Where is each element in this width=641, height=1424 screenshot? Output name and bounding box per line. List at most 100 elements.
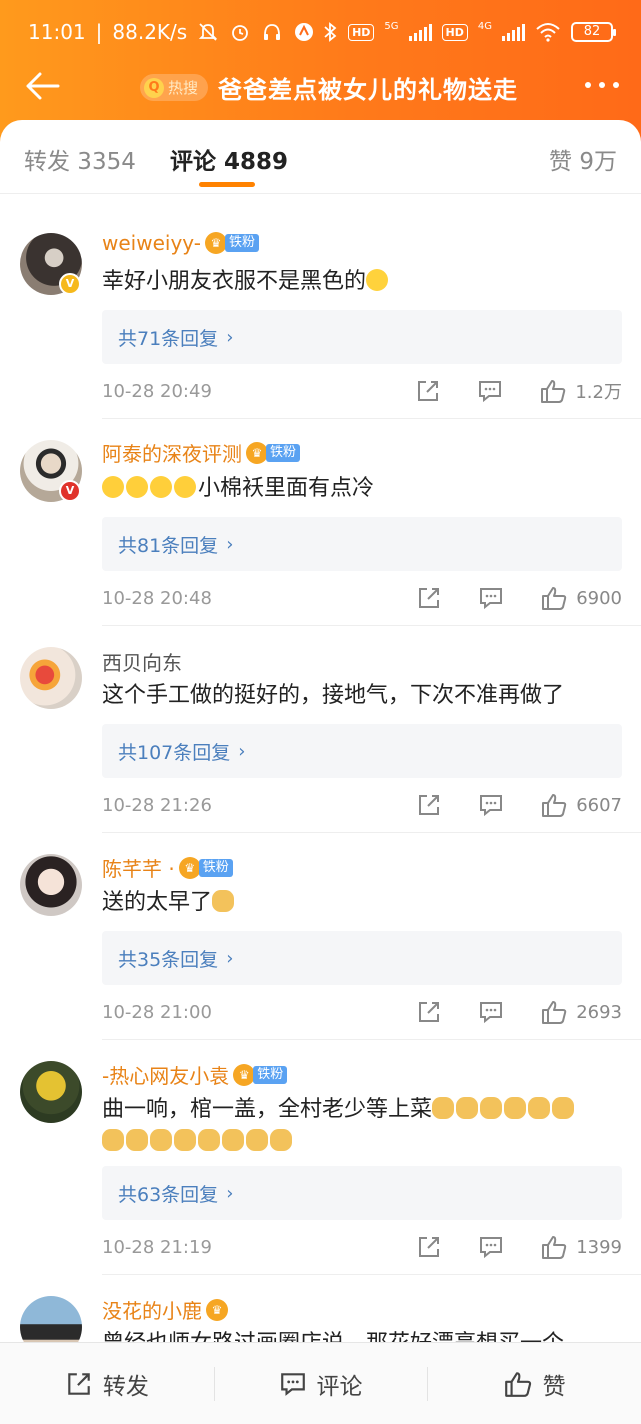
tab-likes[interactable]: 赞 9万 (549, 142, 617, 176)
laugh-cry-emoji-icon (102, 476, 124, 498)
doge-emoji-icon (246, 1129, 268, 1151)
like-count: 6900 (576, 587, 622, 609)
avatar[interactable] (20, 647, 82, 709)
comment-time: 10-28 20:48 (102, 587, 212, 609)
thumb-up-icon (542, 1236, 567, 1259)
comment-icon (280, 1372, 305, 1396)
hot-search-badge[interactable]: Q 热搜 (140, 74, 209, 101)
doge-emoji-icon (222, 1129, 244, 1151)
avatar[interactable] (20, 854, 82, 916)
fan-badge: ♛ 铁粉 (246, 441, 301, 464)
laugh-cry-emoji-icon (150, 476, 172, 498)
comment-text: 曾经也师女路过画圈店说，那花好漂亮想买一个 (102, 1328, 622, 1342)
network-speed: 88.2K/s (112, 20, 188, 44)
share-icon (68, 1372, 90, 1395)
share-icon[interactable] (415, 378, 441, 404)
repost-button[interactable]: 转发 (0, 1343, 214, 1424)
comment-text: 送的太早了 (102, 887, 622, 919)
share-icon[interactable] (416, 1234, 442, 1260)
like-button[interactable]: 6900 (540, 585, 622, 611)
divider (102, 625, 641, 626)
tab-repost[interactable]: 转发 3354 (24, 142, 136, 176)
like-button[interactable]: 6607 (540, 792, 622, 818)
tab-bar: 转发 3354 评论 4889 赞 9万 (0, 120, 641, 194)
status-time: 11:01 (28, 20, 86, 44)
like-post-button[interactable]: 赞 (427, 1343, 641, 1424)
doge-emoji-icon (102, 1129, 124, 1151)
comment-username[interactable]: 没花的小鹿 ♛ (102, 1295, 228, 1324)
divider (102, 418, 641, 419)
app-notify-icon (295, 23, 314, 41)
comment-label: 评论 (316, 1373, 363, 1400)
doge-emoji-icon (528, 1097, 551, 1119)
comment-meta: 10-28 20:49 1.2万 (102, 376, 622, 406)
comment-text: 幸好小朋友衣服不是黑色的 (102, 266, 622, 298)
like-count: 1399 (576, 1236, 622, 1258)
repost-label: 转发 (102, 1373, 149, 1400)
comment-username[interactable]: 阿泰的深夜评测 ♛ 铁粉 (102, 438, 301, 467)
fan-badge: ♛ 铁粉 (178, 856, 233, 879)
replies-link[interactable]: 共35条回复 › (102, 931, 622, 985)
chevron-right-icon: › (226, 947, 234, 969)
replies-link[interactable]: 共81条回复 › (102, 517, 622, 571)
reply-icon[interactable] (478, 585, 504, 611)
share-icon[interactable] (416, 585, 442, 611)
share-icon[interactable] (416, 999, 442, 1025)
comment-username[interactable]: 陈芊芊 · ♛ 铁粉 (102, 853, 233, 882)
thumb-up-icon (542, 794, 567, 817)
share-icon[interactable] (416, 792, 442, 818)
bottom-action-bar: 转发 评论 赞 (0, 1342, 641, 1424)
doge-emoji-icon (456, 1097, 479, 1119)
like-count: 1.2万 (575, 382, 622, 403)
status-bar: 11:01 | 88.2K/s HD 5G HD 4G 82 (0, 0, 641, 64)
avatar[interactable] (20, 1061, 82, 1123)
comment-text: 小棉袄里面有点冷 (102, 473, 622, 505)
comment-username[interactable]: -热心网友小袁 ♛ 铁粉 (102, 1060, 288, 1089)
replies-link[interactable]: 共71条回复 › (102, 310, 622, 364)
comment-time: 10-28 21:26 (102, 794, 212, 816)
thumb-up-icon (541, 380, 566, 403)
replies-link[interactable]: 共63条回复 › (102, 1166, 622, 1220)
doge-emoji-icon (212, 890, 235, 912)
comment-meta: 10-28 21:26 6607 (102, 790, 622, 820)
reply-icon[interactable] (478, 999, 504, 1025)
doge-emoji-icon (480, 1097, 503, 1119)
more-options-icon[interactable] (585, 82, 619, 88)
replies-link[interactable]: 共107条回复 › (102, 724, 622, 778)
comment-meta: 10-28 21:19 1399 (102, 1232, 622, 1262)
like-button[interactable]: 1399 (540, 1234, 622, 1260)
like-button[interactable]: 2693 (540, 999, 622, 1025)
back-arrow-icon[interactable] (24, 70, 60, 102)
thumb-up-icon (542, 1001, 567, 1024)
like-button[interactable]: 1.2万 (539, 378, 622, 404)
smile-emoji-icon (366, 269, 389, 291)
chevron-right-icon: › (226, 533, 234, 555)
hd-badge: HD (348, 23, 375, 41)
network-5g: 5G (384, 20, 399, 32)
thumb-up-icon (504, 1371, 531, 1397)
signal-icon-2 (502, 23, 525, 41)
tab-comments[interactable]: 评论 4889 (170, 142, 288, 176)
comment-button[interactable]: 评论 (213, 1343, 428, 1424)
hot-search-label: 热搜 (168, 79, 199, 97)
wifi-icon (536, 23, 560, 42)
reply-icon[interactable] (477, 378, 503, 404)
avatar[interactable] (20, 1296, 82, 1342)
reply-icon[interactable] (478, 1234, 504, 1260)
comment-username[interactable]: 西贝向东 (102, 647, 182, 676)
search-icon: Q (144, 77, 164, 98)
comment-time: 10-28 21:00 (102, 1001, 212, 1023)
doge-emoji-icon (174, 1129, 196, 1151)
comment-username[interactable]: weiweiyy- ♛ 铁粉 (102, 231, 259, 255)
like-count: 2693 (576, 1001, 622, 1023)
comment-text: 曲一响，棺一盖，全村老少等上菜 (102, 1094, 622, 1158)
headphone-icon (264, 24, 281, 40)
fan-badge: ♛ 铁粉 (204, 232, 259, 254)
verified-badge-icon: V (59, 480, 81, 502)
reply-icon[interactable] (478, 792, 504, 818)
like-label: 赞 (542, 1373, 566, 1400)
crown-icon: ♛ (204, 232, 227, 254)
crown-icon: ♛ (233, 1063, 256, 1086)
doge-emoji-icon (504, 1097, 527, 1119)
crown-icon: ♛ (178, 856, 201, 879)
